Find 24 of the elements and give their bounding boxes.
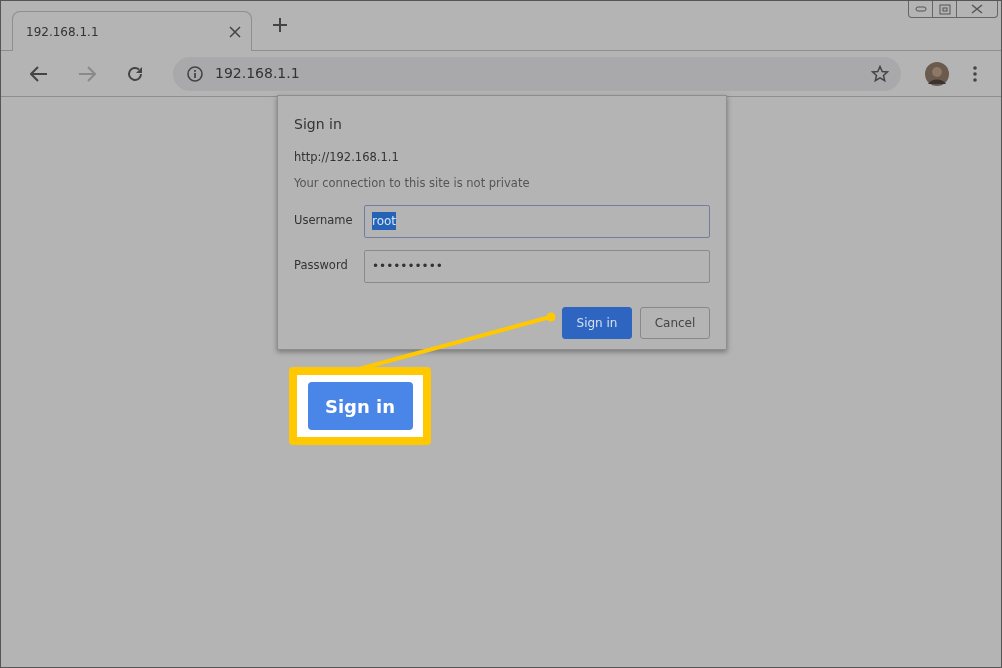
address-bar[interactable]: 192.168.1.1 [173,56,901,91]
close-icon[interactable] [229,25,241,38]
minimize-icon[interactable] [914,6,927,12]
field-label: Username [294,212,354,230]
dialog-title: Sign in [294,115,343,134]
input-field[interactable]: root [364,204,710,238]
maximize-icon[interactable] [938,3,951,15]
info-icon[interactable] [187,65,203,82]
field-label: Password [294,257,349,275]
cancel-button[interactable]: Cancel [640,306,710,339]
browser-tab[interactable]: 192.168.1.1 [12,11,252,51]
avatar-icon[interactable] [925,61,949,86]
origin-url: http://192.168.1.1 [294,149,400,166]
reload-icon[interactable] [126,64,144,83]
input-field[interactable]: •••••••••• [364,249,710,283]
menu-icon[interactable] [973,65,977,82]
close-icon[interactable] [971,4,983,14]
star-icon[interactable] [871,64,889,83]
back-arrow-icon[interactable] [30,65,48,82]
sign-in-button[interactable]: Sign in [307,382,413,430]
new-tab-plus-icon[interactable] [272,16,288,33]
sign-in-button[interactable]: Sign in [562,306,632,339]
privacy-warning: Your connection to this site is not private [294,175,531,193]
url-text: 192.168.1.1 [215,64,301,83]
